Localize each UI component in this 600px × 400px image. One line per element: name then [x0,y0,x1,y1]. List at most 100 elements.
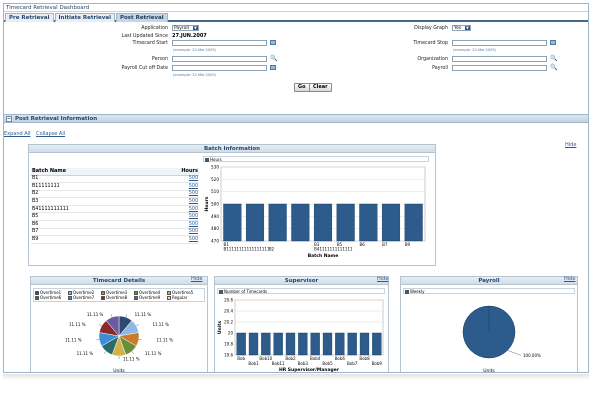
calendar-icon[interactable] [270,65,276,70]
search-icon[interactable]: 🔍 [550,56,557,62]
clear-button[interactable]: Clear [309,83,332,92]
x-tick-label: Bob11 [272,361,285,366]
x-tick-label: B5 [337,242,343,247]
table-row: B7 500 [31,228,199,237]
application-select[interactable]: Payroll ▼ [172,25,199,31]
payroll-cutoff-input[interactable] [172,65,267,71]
x-tick-label: B11111111111111111 [223,247,269,252]
slice-label: 11.11 % [77,351,94,356]
search-icon[interactable]: 🔍 [270,56,277,62]
x-tick-label: Bob4 [310,356,321,361]
display-graph-select[interactable]: Yes ▼ [452,25,471,31]
search-icon[interactable]: 🔍 [550,65,557,71]
table-row: B6 500 [31,220,199,229]
payroll-input[interactable] [452,65,547,71]
bar [261,332,271,356]
go-button[interactable]: Go [294,83,310,92]
payroll-label: Payroll [432,66,448,71]
tab-initiate-retrieval[interactable]: Initiate Retrieval [54,13,115,22]
hours-link[interactable]: 500 [144,228,199,237]
x-axis-title: Batch Name [308,253,339,259]
timecard-start-input[interactable] [172,40,267,46]
batch-name-cell: B1 [31,175,145,184]
legend-item: Overtime8 [101,295,134,300]
legend-label: Overtime8 [106,295,128,300]
batch-hide-link[interactable]: Hide [565,142,576,148]
person-input[interactable] [172,56,267,62]
x-tick-label: Bob10 [259,356,272,361]
y-tick-label: 470 [211,239,219,244]
y-axis-title: Hours [204,196,210,211]
timecard-hide-link[interactable]: Hide [191,276,202,282]
supervisor-hide-link[interactable]: Hide [377,276,388,282]
x-tick-label: Bob7 [347,361,358,366]
hours-link[interactable]: 500 [144,235,199,244]
y-tick-label: 20.6 [224,298,233,303]
bar [335,332,345,356]
timecard-panel-title-text: Timecard Details [92,278,146,284]
x-tick-label: Bob2 [285,356,296,361]
tab-pre-retrieval[interactable]: Pre Retrieval [5,13,54,22]
legend-swatch [167,296,171,300]
timecard-details-panel: Timecard Details Overtime1 Overtime2 Overt… [30,276,208,372]
legend-label: Overtime7 [73,295,95,300]
leader-line [98,324,102,327]
bar [268,203,287,242]
payroll-hide-link[interactable]: Hide [564,276,575,282]
leader-line [96,339,100,341]
legend-item: Overtime9 [134,295,167,300]
legend-label: Weekly [410,289,425,294]
y-tick-label: 480 [211,226,219,231]
hours-link[interactable]: 500 [144,175,199,184]
tab-post-retrieval[interactable]: Post Retrieval [115,13,168,22]
y-tick-label: 19.8 [224,342,233,347]
expand-all-link[interactable]: Expand All [4,131,31,137]
bar [381,203,401,242]
x-axis-title: Units [483,368,495,373]
batch-information-panel: Batch Information Batch Name Hours B1 500… [28,144,436,266]
organization-input[interactable] [452,56,547,62]
hours-link[interactable]: 500 [144,205,199,214]
display-graph-value: Yes [454,26,462,31]
timecard-start-hint: (example: 22.Mar.2005) [173,48,217,52]
last-updated-label: Last Updated Since [121,34,168,39]
batch-chart-legend: Hours [203,156,429,162]
slice-label: 11.11 % [156,337,173,342]
leader-line [136,324,140,327]
bar [285,332,296,356]
timecard-panel-title: Timecard Details [31,277,207,285]
y-tick-label: 510 [211,189,219,194]
batch-name-cell: B41111111111 [31,205,145,214]
bar [248,332,259,356]
section-header: − Post Retrieval Information [4,114,588,123]
hours-link[interactable]: 500 [144,190,199,199]
hours-link[interactable]: 500 [144,212,199,222]
bar [359,332,370,356]
bar [372,332,382,356]
organization-label: Organization [417,57,448,62]
timecard-stop-input[interactable] [452,40,547,46]
legend-label: Overtime9 [139,295,161,300]
x-tick-label: B9 [405,242,411,247]
hours-link[interactable]: 500 [144,182,199,191]
legend-swatch [68,296,72,300]
table-row: B11111111 500 [31,182,199,191]
bar [298,332,308,356]
application-value: Payroll [174,26,189,31]
timecard-pie-chart: 11.11 %11.11 %11.11 %11.11 %11.11 %11.11… [65,312,173,372]
table-row: B2 500 [31,190,199,199]
calendar-icon[interactable] [550,40,556,45]
expand-collapse-links: Expand All Collapse All [4,131,69,137]
supervisor-panel: Supervisor Number of Timecards 19.6 19.8 2… [214,276,389,372]
timecard-stop-label: Timecard Stop [413,41,448,46]
bar [336,203,355,242]
legend-swatch [205,158,209,162]
hours-link[interactable]: 500 [144,197,199,206]
batch-name-cell: B5 [31,212,145,222]
slice-label: 11.11 % [135,312,152,317]
hours-link[interactable]: 500 [144,220,199,229]
calendar-icon[interactable] [270,40,276,45]
collapse-icon[interactable]: − [6,116,12,122]
legend-swatch [35,296,39,300]
collapse-all-link[interactable]: Collapse All [36,131,65,137]
